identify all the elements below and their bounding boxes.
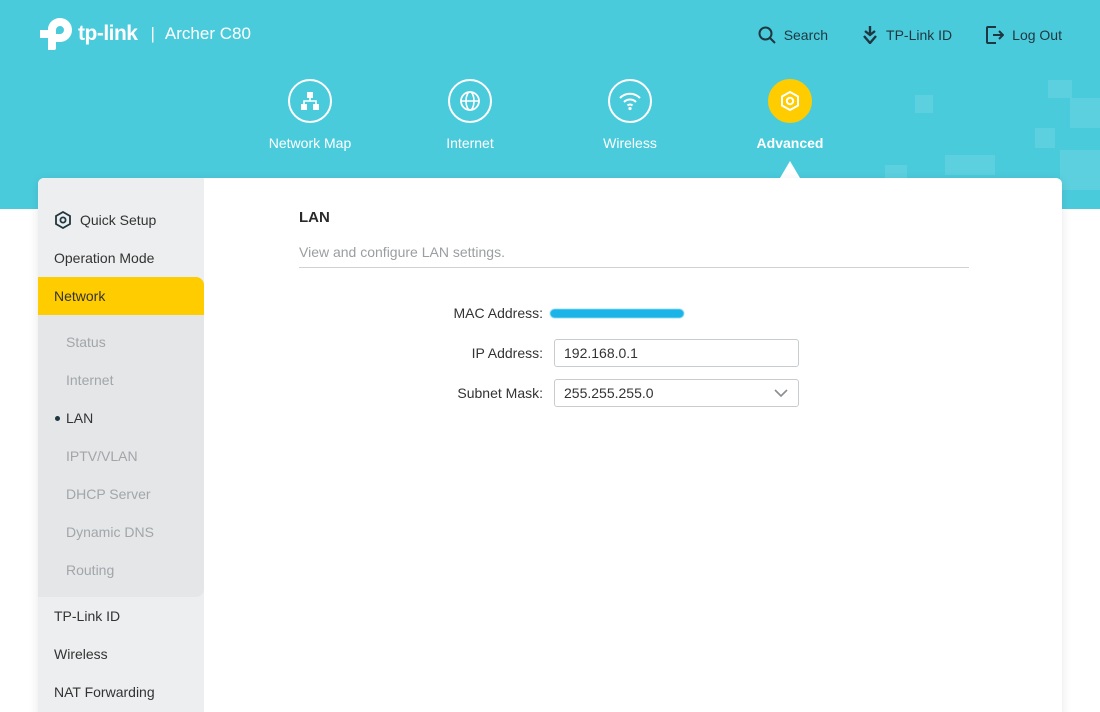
globe-icon — [448, 79, 492, 123]
tplink-logo-icon — [40, 17, 72, 50]
network-submenu: Status Internet LAN IPTV/VLAN DHCP Serve… — [38, 315, 204, 597]
page-title: LAN — [299, 209, 330, 226]
nav-active-caret — [780, 161, 800, 178]
wifi-icon — [608, 79, 652, 123]
nav-label-advanced: Advanced — [756, 135, 824, 151]
quick-setup-icon — [54, 211, 72, 229]
nav-network-map[interactable]: Network Map — [250, 79, 370, 151]
tplink-logo: tp-link | Archer C80 — [38, 16, 251, 52]
sidebar-item-network[interactable]: Network — [38, 277, 204, 315]
nav-wireless[interactable]: Wireless — [570, 79, 690, 151]
tplink-id-icon — [863, 26, 877, 44]
sidebar-label-quick-setup: Quick Setup — [80, 212, 157, 228]
sidebar-item-quick-setup[interactable]: Quick Setup — [38, 201, 204, 239]
nav-advanced[interactable]: Advanced — [730, 79, 850, 151]
submenu-item-dynamic-dns[interactable]: Dynamic DNS — [38, 513, 204, 551]
ip-address-label: IP Address: — [471, 345, 543, 361]
logo-separator: | — [150, 24, 155, 43]
model-name: Archer C80 — [164, 24, 251, 43]
subnet-mask-select[interactable]: 255.255.255.0 — [554, 379, 799, 407]
sidebar-label-tplink-id: TP-Link ID — [54, 608, 121, 624]
tplink-id-button[interactable]: TP-Link ID — [862, 26, 952, 44]
mac-address-label: MAC Address: — [453, 305, 543, 321]
submenu-item-iptv-vlan[interactable]: IPTV/VLAN — [38, 437, 204, 475]
nav-label-wireless: Wireless — [603, 135, 657, 151]
main-nav: Network Map Internet Wireless Advanced — [0, 79, 1100, 169]
sidebar-label-network: Network — [54, 288, 106, 304]
main-card: Quick Setup Operation Mode Network Statu… — [38, 178, 1062, 712]
subnet-mask-label: Subnet Mask: — [457, 385, 543, 401]
submenu-item-status[interactable]: Status — [38, 323, 204, 361]
gear-icon — [768, 79, 812, 123]
ip-address-input[interactable] — [554, 339, 799, 367]
nav-internet[interactable]: Internet — [410, 79, 530, 151]
sidebar-label-wireless: Wireless — [54, 646, 108, 662]
section-divider — [299, 267, 969, 268]
ip-address-row: IP Address: — [299, 339, 969, 367]
logo-text: tp-link — [78, 22, 138, 45]
top-actions: Search TP-Link ID Log Out — [758, 26, 1062, 44]
sidebar-item-operation-mode[interactable]: Operation Mode — [38, 239, 204, 277]
subnet-mask-row: Subnet Mask: 255.255.255.0 — [299, 379, 969, 407]
subnet-mask-value: 255.255.255.0 — [564, 385, 654, 401]
page-description: View and configure LAN settings. — [299, 244, 505, 260]
search-label: Search — [783, 27, 829, 43]
mac-address-redacted — [550, 309, 684, 318]
submenu-item-internet[interactable]: Internet — [38, 361, 204, 399]
sidebar-label-operation-mode: Operation Mode — [54, 250, 155, 266]
mac-address-row: MAC Address: — [299, 299, 969, 327]
sidebar-item-nat-forwarding[interactable]: NAT Forwarding — [38, 673, 204, 711]
tplink-id-label: TP-Link ID — [886, 27, 953, 43]
submenu-item-lan[interactable]: LAN — [38, 399, 204, 437]
submenu-item-dhcp-server[interactable]: DHCP Server — [38, 475, 204, 513]
logout-button[interactable]: Log Out — [986, 26, 1062, 44]
logout-label: Log Out — [1012, 27, 1062, 43]
sidebar-label-nat-forwarding: NAT Forwarding — [54, 684, 155, 700]
sidebar: Quick Setup Operation Mode Network Statu… — [38, 178, 204, 712]
chevron-down-icon — [774, 389, 788, 398]
sidebar-item-wireless[interactable]: Wireless — [38, 635, 204, 673]
submenu-item-routing[interactable]: Routing — [38, 551, 204, 589]
logout-icon — [986, 26, 1005, 44]
search-icon — [758, 26, 776, 44]
network-map-icon — [288, 79, 332, 123]
search-button[interactable]: Search — [758, 26, 828, 44]
sidebar-item-tplink-id[interactable]: TP-Link ID — [38, 597, 204, 635]
nav-label-internet: Internet — [446, 135, 494, 151]
nav-label-network-map: Network Map — [268, 135, 352, 151]
